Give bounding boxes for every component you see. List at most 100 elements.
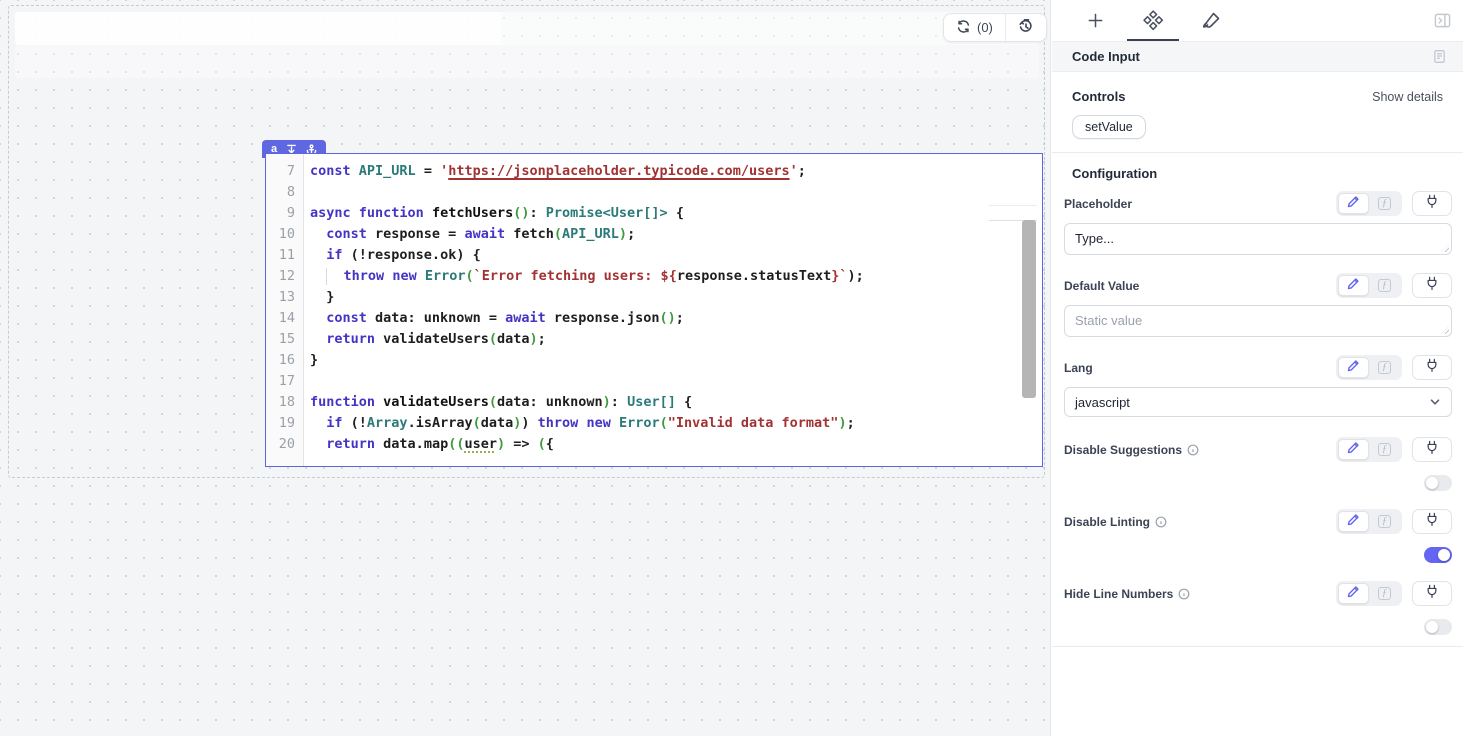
docs-icon[interactable] bbox=[1432, 49, 1447, 64]
code-text: throw new Error(`Error fetching users: $… bbox=[304, 266, 864, 287]
hide-line-numbers-toggle[interactable] bbox=[1424, 619, 1452, 635]
fx-button[interactable]: ƒ bbox=[1369, 357, 1400, 378]
controls-heading: Controls bbox=[1072, 89, 1125, 104]
tab-component-properties[interactable] bbox=[1124, 0, 1182, 41]
code-line[interactable]: 16} bbox=[266, 350, 1042, 371]
line-number: 12 bbox=[266, 266, 304, 287]
static-edit-button[interactable] bbox=[1338, 583, 1369, 604]
field-mode-buttons: ƒ bbox=[1336, 191, 1452, 216]
code-text: const data: unknown = await response.jso… bbox=[304, 308, 684, 329]
code-line[interactable]: 11 if (!response.ok) { bbox=[266, 245, 1042, 266]
plug-icon bbox=[1425, 440, 1439, 460]
bind-plug-button[interactable] bbox=[1412, 273, 1452, 298]
bind-plug-button[interactable] bbox=[1412, 581, 1452, 606]
line-number: 8 bbox=[266, 182, 304, 203]
control-chip-setvalue[interactable]: setValue bbox=[1072, 115, 1146, 139]
code-line[interactable]: 12 throw new Error(`Error fetching users… bbox=[266, 266, 1042, 287]
code-line[interactable]: 20 return data.map((user) => ({ bbox=[266, 434, 1042, 455]
toggle-knob bbox=[1438, 549, 1450, 561]
placeholder-textarea[interactable] bbox=[1064, 223, 1452, 255]
code-text bbox=[304, 182, 310, 203]
bind-plug-button[interactable] bbox=[1412, 437, 1452, 462]
canvas-frame: (0) a bbox=[8, 5, 1045, 478]
field-mode-buttons: ƒ bbox=[1336, 355, 1452, 380]
code-text: if (!response.ok) { bbox=[304, 245, 481, 266]
code-line[interactable]: 15 return validateUsers(data); bbox=[266, 329, 1042, 350]
code-text: function validateUsers(data: unknown): U… bbox=[304, 392, 692, 413]
static-edit-button[interactable] bbox=[1338, 275, 1369, 296]
component-header: Code Input bbox=[1052, 41, 1463, 72]
disable-suggestions-toggle[interactable] bbox=[1424, 475, 1452, 491]
pencil-icon bbox=[1347, 195, 1360, 213]
code-line[interactable]: 7const API_URL = 'https://jsonplaceholde… bbox=[266, 161, 1042, 182]
field-label: Default Value bbox=[1064, 279, 1139, 293]
line-number: 20 bbox=[266, 434, 304, 455]
pencil-icon bbox=[1347, 441, 1360, 459]
field-mode-buttons: ƒ bbox=[1336, 273, 1452, 298]
history-button[interactable] bbox=[1006, 14, 1046, 41]
code-line[interactable]: 13 } bbox=[266, 287, 1042, 308]
plug-icon bbox=[1425, 512, 1439, 532]
fx-icon: ƒ bbox=[1378, 279, 1391, 292]
inspector-body: Controls Show details setValue Configura… bbox=[1052, 73, 1463, 736]
canvas[interactable]: (0) a bbox=[0, 0, 1051, 736]
field-label: Disable Linting bbox=[1064, 515, 1167, 529]
info-icon bbox=[1178, 588, 1190, 600]
code-line[interactable]: 9async function fetchUsers(): Promise<Us… bbox=[266, 203, 1042, 224]
tab-add-component[interactable] bbox=[1066, 0, 1124, 41]
editor-viewport[interactable]: 67const API_URL = 'https://jsonplacehold… bbox=[266, 154, 1042, 466]
pencil-icon bbox=[1347, 359, 1360, 377]
bottom-divider bbox=[1052, 646, 1463, 647]
collapse-panel-icon[interactable] bbox=[1434, 12, 1451, 29]
fx-icon: ƒ bbox=[1378, 443, 1391, 456]
bind-plug-button[interactable] bbox=[1412, 509, 1452, 534]
code-line[interactable]: 17 bbox=[266, 371, 1042, 392]
fx-icon: ƒ bbox=[1378, 587, 1391, 600]
field-mode-buttons: ƒ bbox=[1336, 509, 1452, 534]
field-row-placeholder: Placeholder ƒ bbox=[1064, 191, 1452, 255]
toggle-knob bbox=[1426, 621, 1438, 633]
code-line[interactable]: 8 bbox=[266, 182, 1042, 203]
refresh-button[interactable]: (0) bbox=[944, 14, 1005, 41]
disable-linting-toggle[interactable] bbox=[1424, 547, 1452, 563]
static-edit-button[interactable] bbox=[1338, 193, 1369, 214]
field-row-disable-linting: Disable Linting ƒ bbox=[1064, 509, 1452, 534]
code-line[interactable]: 14 const data: unknown = await response.… bbox=[266, 308, 1042, 329]
code-text bbox=[304, 371, 310, 392]
bind-plug-button[interactable] bbox=[1412, 355, 1452, 380]
line-number: 7 bbox=[266, 161, 304, 182]
history-icon bbox=[1018, 18, 1034, 37]
pencil-icon bbox=[1347, 513, 1360, 531]
editor-scrollbar[interactable] bbox=[1022, 220, 1036, 398]
code-text: if (!Array.isArray(data)) throw new Erro… bbox=[304, 413, 855, 434]
plug-icon bbox=[1425, 194, 1439, 214]
field-row-disable-suggestions: Disable Suggestions ƒ bbox=[1064, 437, 1452, 462]
tab-styles[interactable] bbox=[1182, 0, 1240, 41]
code-editor[interactable]: 67const API_URL = 'https://jsonplacehold… bbox=[265, 153, 1043, 467]
line-number: 14 bbox=[266, 308, 304, 329]
code-line[interactable]: 6 bbox=[266, 154, 1042, 161]
fx-button[interactable]: ƒ bbox=[1369, 511, 1400, 532]
line-number: 6 bbox=[266, 154, 304, 161]
line-number: 10 bbox=[266, 224, 304, 245]
field-label: Placeholder bbox=[1064, 197, 1132, 211]
bind-plug-button[interactable] bbox=[1412, 191, 1452, 216]
fx-button[interactable]: ƒ bbox=[1369, 583, 1400, 604]
line-number: 16 bbox=[266, 350, 304, 371]
field-label: Disable Suggestions bbox=[1064, 443, 1199, 457]
canvas-row-shade-2 bbox=[15, 45, 1039, 78]
fx-button[interactable]: ƒ bbox=[1369, 439, 1400, 460]
static-edit-button[interactable] bbox=[1338, 439, 1369, 460]
code-line[interactable]: 18function validateUsers(data: unknown):… bbox=[266, 392, 1042, 413]
static-edit-button[interactable] bbox=[1338, 357, 1369, 378]
code-line[interactable]: 19 if (!Array.isArray(data)) throw new E… bbox=[266, 413, 1042, 434]
line-number: 18 bbox=[266, 392, 304, 413]
show-details-link[interactable]: Show details bbox=[1372, 90, 1443, 104]
static-edit-button[interactable] bbox=[1338, 511, 1369, 532]
fx-button[interactable]: ƒ bbox=[1369, 193, 1400, 214]
section-divider bbox=[1052, 152, 1463, 153]
code-line[interactable]: 10 const response = await fetch(API_URL)… bbox=[266, 224, 1042, 245]
default-value-textarea[interactable] bbox=[1064, 305, 1452, 337]
lang-select[interactable]: javascript bbox=[1064, 387, 1452, 417]
fx-button[interactable]: ƒ bbox=[1369, 275, 1400, 296]
